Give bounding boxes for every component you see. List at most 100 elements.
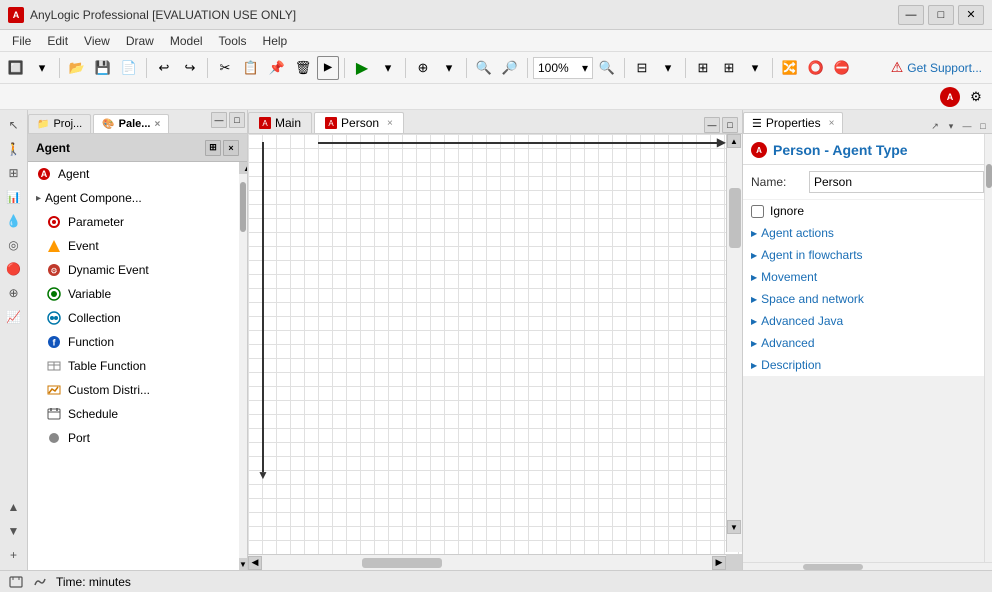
icon-add[interactable]: +: [3, 544, 25, 566]
palette-item-collection[interactable]: Collection: [28, 306, 239, 330]
tb-grid[interactable]: ⊞: [691, 56, 715, 80]
palette-item-agent-components[interactable]: ▸ Agent Compone...: [28, 186, 239, 210]
menu-help[interactable]: Help: [255, 32, 296, 50]
tb-settings-icon[interactable]: ⚙: [964, 85, 988, 109]
tb-undo[interactable]: ↩: [152, 56, 176, 80]
panel-maximize[interactable]: □: [229, 112, 245, 128]
menu-file[interactable]: File: [4, 32, 39, 50]
palette-item-function[interactable]: f Function: [28, 330, 239, 354]
menu-edit[interactable]: Edit: [39, 32, 76, 50]
tb-run[interactable]: ▶: [350, 56, 374, 80]
palette-scroll-down-arrow[interactable]: ▼: [239, 558, 247, 570]
props-external[interactable]: ↗: [928, 119, 942, 133]
canvas-minimize[interactable]: —: [704, 117, 720, 133]
tb-arrow-down[interactable]: ▾: [30, 56, 54, 80]
tb-snap2[interactable]: ▾: [656, 56, 680, 80]
icon-scroll-down[interactable]: ▼: [3, 520, 25, 542]
props-section-agent-actions[interactable]: ▶ Agent actions: [743, 222, 992, 244]
palette-item-agent[interactable]: A Agent: [28, 162, 239, 186]
tb-delete[interactable]: 🗑: [291, 56, 315, 80]
props-collapse[interactable]: ▾: [944, 119, 958, 133]
palette-item-dynamic-event[interactable]: ⚙ Dynamic Event: [28, 258, 239, 282]
icon-scroll-up[interactable]: ▲: [3, 496, 25, 518]
tb-open[interactable]: 📂: [65, 56, 89, 80]
icon-api[interactable]: ◎: [3, 234, 25, 256]
palette-item-port[interactable]: Port: [28, 426, 239, 450]
menu-tools[interactable]: Tools: [211, 32, 255, 50]
canvas-scroll-right[interactable]: ▶: [712, 556, 726, 570]
palette-item-table-function[interactable]: Table Function: [28, 354, 239, 378]
palette-item-schedule[interactable]: Schedule: [28, 402, 239, 426]
tb-more[interactable]: ▾: [437, 56, 461, 80]
props-name-input[interactable]: [809, 171, 984, 193]
tb-run-arrow[interactable]: ▾: [376, 56, 400, 80]
palette-item-event[interactable]: Event: [28, 234, 239, 258]
props-tab-properties[interactable]: ☰ Properties ×: [743, 112, 843, 133]
menu-model[interactable]: Model: [162, 32, 211, 50]
tab-project[interactable]: 📁 Proj...: [28, 114, 91, 133]
tb-save[interactable]: 💾: [91, 56, 115, 80]
menu-view[interactable]: View: [76, 32, 118, 50]
icon-bar-chart[interactable]: 📈: [3, 306, 25, 328]
icon-select[interactable]: ↖: [3, 114, 25, 136]
minimize-button[interactable]: —: [898, 5, 924, 25]
props-maximize[interactable]: □: [976, 119, 990, 133]
tb-extra1[interactable]: 🔀: [778, 56, 802, 80]
tb-save2[interactable]: 📄: [117, 56, 141, 80]
person-tab-close[interactable]: ×: [387, 118, 393, 129]
tb-redo[interactable]: ↪: [178, 56, 202, 80]
zoom-control[interactable]: 100% ▾: [533, 57, 593, 79]
canvas-tab-main[interactable]: A Main: [248, 112, 312, 133]
canvas-scrollbar-vertical[interactable]: ▲ ▼: [726, 134, 742, 552]
tab-palette[interactable]: 🎨 Pale... ×: [93, 114, 169, 133]
props-minimize[interactable]: —: [960, 119, 974, 133]
canvas-grid[interactable]: [248, 134, 742, 570]
tb-paste[interactable]: 📌: [265, 56, 289, 80]
tb-zoom-search[interactable]: 🔍: [595, 56, 619, 80]
canvas-scroll-left[interactable]: ◀: [248, 556, 262, 570]
palette-item-variable[interactable]: Variable: [28, 282, 239, 306]
tb-snap[interactable]: ⊟: [630, 56, 654, 80]
props-section-description[interactable]: ▶ Description: [743, 354, 992, 376]
icon-chart[interactable]: 📊: [3, 186, 25, 208]
palette-item-custom-distri[interactable]: Custom Distri...: [28, 378, 239, 402]
palette-tab-close[interactable]: ×: [154, 119, 160, 130]
zoom-dropdown-icon[interactable]: ▾: [582, 61, 588, 75]
icon-circle[interactable]: 🔴: [3, 258, 25, 280]
props-ignore-checkbox[interactable]: [751, 205, 764, 218]
tb-grid3[interactable]: ▾: [743, 56, 767, 80]
palette-layout-btn[interactable]: ⊞: [205, 140, 221, 156]
canvas-scrollbar-track[interactable]: [262, 558, 712, 568]
icon-drop[interactable]: 💧: [3, 210, 25, 232]
tb-copy[interactable]: 📋: [239, 56, 263, 80]
props-tab-close-icon[interactable]: ×: [829, 118, 835, 129]
panel-minimize[interactable]: —: [211, 112, 227, 128]
props-section-space-network[interactable]: ▶ Space and network: [743, 288, 992, 310]
icon-connect[interactable]: ⊕: [3, 282, 25, 304]
tb-new[interactable]: 🔲: [4, 56, 28, 80]
canvas-scrollbar-horizontal[interactable]: ◀ ▶: [248, 554, 726, 570]
canvas-tab-person[interactable]: A Person ×: [314, 112, 404, 133]
canvas-scroll-up[interactable]: ▲: [727, 134, 741, 148]
props-section-advanced-java[interactable]: ▶ Advanced Java: [743, 310, 992, 332]
tb-cut[interactable]: ✂: [213, 56, 237, 80]
canvas-maximize[interactable]: □: [722, 117, 738, 133]
tb-search[interactable]: 🔍: [472, 56, 496, 80]
close-button[interactable]: ✕: [958, 5, 984, 25]
menu-draw[interactable]: Draw: [118, 32, 162, 50]
props-section-agent-flowcharts[interactable]: ▶ Agent in flowcharts: [743, 244, 992, 266]
props-section-advanced[interactable]: ▶ Advanced: [743, 332, 992, 354]
props-section-movement[interactable]: ▶ Movement: [743, 266, 992, 288]
palette-item-parameter[interactable]: Parameter: [28, 210, 239, 234]
tb-grid2[interactable]: ⊞: [717, 56, 741, 80]
icon-person[interactable]: 🚶: [3, 138, 25, 160]
tb-target[interactable]: ⊕: [411, 56, 435, 80]
tb-special[interactable]: ▶: [317, 56, 339, 80]
tb-search2[interactable]: 🔎: [498, 56, 522, 80]
tb-extra2[interactable]: ⭕: [804, 56, 828, 80]
props-scrollbar[interactable]: [984, 134, 992, 562]
props-scrollbar-h[interactable]: [743, 562, 992, 570]
maximize-button[interactable]: □: [928, 5, 954, 25]
tb-palette-icon[interactable]: A: [940, 87, 960, 107]
palette-close-btn[interactable]: ×: [223, 140, 239, 156]
